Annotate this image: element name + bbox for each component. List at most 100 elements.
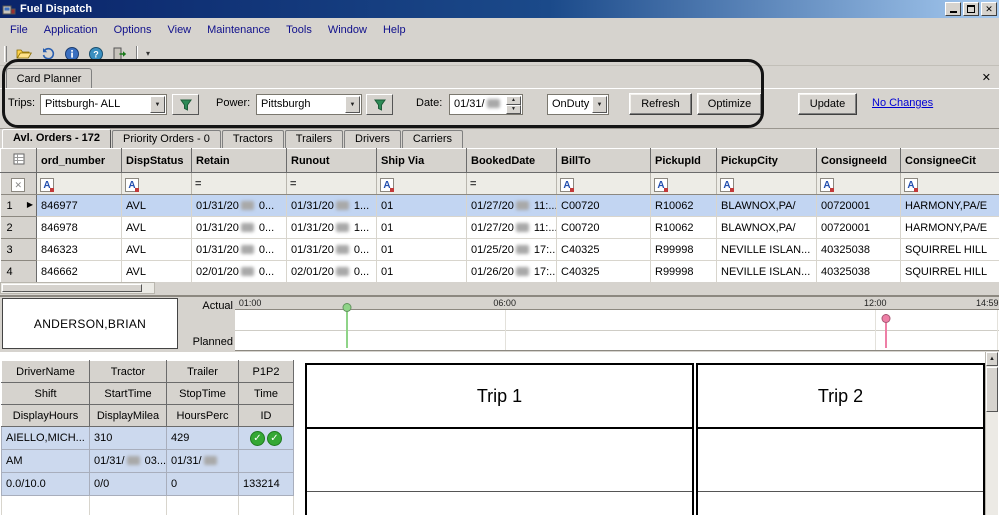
text-filter-icon[interactable]: A bbox=[904, 178, 918, 192]
cell-consigneecit[interactable]: SQUIRREL HILL bbox=[901, 239, 999, 261]
board-header-tractor[interactable]: Tractor bbox=[90, 361, 167, 383]
column-header-ord-number[interactable]: ord_number bbox=[37, 149, 122, 173]
cell-ship-via[interactable]: 01 bbox=[377, 239, 467, 261]
cell-ord-number[interactable]: 846323 bbox=[37, 239, 122, 261]
grid-corner-button[interactable] bbox=[1, 149, 37, 173]
spinner-up-icon[interactable] bbox=[506, 96, 521, 105]
board-cell[interactable] bbox=[239, 450, 294, 473]
cell-pickupcity[interactable]: NEVILLE ISLAN... bbox=[717, 239, 817, 261]
tab-trailers[interactable]: Trailers bbox=[285, 130, 343, 148]
cell-consigneeid[interactable]: 40325038 bbox=[817, 261, 901, 283]
cell-runout[interactable]: 02/01/20 0... bbox=[287, 261, 377, 283]
optimize-button[interactable]: Optimize bbox=[697, 93, 762, 115]
board-header-starttime[interactable]: StartTime bbox=[90, 383, 167, 405]
tab-carriers[interactable]: Carriers bbox=[402, 130, 463, 148]
driver-record-row[interactable]: 0.0/10.00/00133214 bbox=[2, 473, 294, 496]
equals-filter-icon[interactable]: = bbox=[290, 178, 296, 190]
cell-pickupcity[interactable]: BLAWNOX,PA/ bbox=[717, 195, 817, 217]
board-cell[interactable]: 310 bbox=[90, 427, 167, 450]
row-number[interactable]: 4 bbox=[1, 261, 37, 283]
equals-filter-icon[interactable]: = bbox=[470, 178, 476, 190]
row-number[interactable]: 2 bbox=[1, 217, 37, 239]
filter-cell-consigneecit[interactable]: A bbox=[901, 173, 999, 195]
undo-icon[interactable] bbox=[37, 44, 59, 64]
filter-cell-dispstatus[interactable]: A bbox=[122, 173, 192, 195]
driver-name-box[interactable]: ANDERSON,BRIAN bbox=[2, 298, 178, 349]
row-number[interactable]: 1 bbox=[1, 195, 37, 217]
filter-cell-ord-number[interactable]: A bbox=[37, 173, 122, 195]
cell-runout[interactable]: 01/31/20 1... bbox=[287, 217, 377, 239]
refresh-button[interactable]: Refresh bbox=[629, 93, 692, 115]
board-header-hoursperc[interactable]: HoursPerc bbox=[167, 405, 239, 427]
cell-retain[interactable]: 01/31/20 0... bbox=[192, 217, 287, 239]
toolbar-grip[interactable] bbox=[4, 46, 7, 62]
cell-dispstatus[interactable]: AVL bbox=[122, 217, 192, 239]
cell-bookeddate[interactable]: 01/27/20 11:... bbox=[467, 195, 557, 217]
order-row-846977[interactable]: 1846977AVL01/31/20 0...01/31/20 1...0101… bbox=[1, 195, 999, 217]
scrollbar-thumb[interactable] bbox=[2, 284, 142, 292]
column-header-retain[interactable]: Retain bbox=[192, 149, 287, 173]
toolbar-overflow-chevron-icon[interactable] bbox=[143, 49, 153, 58]
cell-retain[interactable]: 01/31/20 0... bbox=[192, 195, 287, 217]
tab-card-planner[interactable]: Card Planner bbox=[6, 68, 92, 89]
board-header-p1p2[interactable]: P1P2 bbox=[239, 361, 294, 383]
minimize-button[interactable] bbox=[945, 2, 961, 16]
menu-view[interactable]: View bbox=[159, 21, 199, 39]
menu-window[interactable]: Window bbox=[320, 21, 375, 39]
cell-bookeddate[interactable]: 01/27/20 11:... bbox=[467, 217, 557, 239]
text-filter-icon[interactable]: A bbox=[654, 178, 668, 192]
cell-billto[interactable]: C00720 bbox=[557, 195, 651, 217]
open-folder-icon[interactable] bbox=[13, 44, 35, 64]
board-header-time[interactable]: Time bbox=[239, 383, 294, 405]
cell-pickupid[interactable]: R99998 bbox=[651, 239, 717, 261]
driver-record-row[interactable]: AIELLO,MICH...310429 bbox=[2, 427, 294, 450]
column-header-bookeddate[interactable]: BookedDate bbox=[467, 149, 557, 173]
scrollbar-thumb[interactable] bbox=[986, 367, 998, 412]
board-vertical-scrollbar[interactable] bbox=[985, 352, 998, 515]
cell-bookeddate[interactable]: 01/25/20 17:... bbox=[467, 239, 557, 261]
text-filter-icon[interactable]: A bbox=[720, 178, 734, 192]
cell-consigneecit[interactable]: HARMONY,PA/E bbox=[901, 217, 999, 239]
order-row-846323[interactable]: 3846323AVL01/31/20 0...01/31/20 0...0101… bbox=[1, 239, 999, 261]
trip2-slot[interactable] bbox=[698, 429, 983, 492]
no-changes-link[interactable]: No Changes bbox=[872, 97, 933, 109]
dropdown-arrow-icon[interactable] bbox=[150, 96, 165, 113]
board-cell[interactable]: 429 bbox=[167, 427, 239, 450]
cell-pickupid[interactable]: R10062 bbox=[651, 195, 717, 217]
board-header-stoptime[interactable]: StopTime bbox=[167, 383, 239, 405]
panel-close-icon[interactable] bbox=[982, 71, 991, 84]
trips-lookup-button[interactable] bbox=[172, 94, 199, 115]
menu-tools[interactable]: Tools bbox=[278, 21, 320, 39]
date-spinner[interactable] bbox=[506, 96, 521, 113]
board-header-drivername[interactable]: DriverName bbox=[2, 361, 90, 383]
filter-cell-ship-via[interactable]: A bbox=[377, 173, 467, 195]
timeline-marker-pink[interactable] bbox=[885, 314, 887, 348]
power-lookup-button[interactable] bbox=[366, 94, 393, 115]
spinner-down-icon[interactable] bbox=[506, 105, 521, 114]
column-header-ship-via[interactable]: Ship Via bbox=[377, 149, 467, 173]
board-cell[interactable]: AIELLO,MICH... bbox=[2, 427, 90, 450]
power-select[interactable]: Pittsburgh bbox=[256, 94, 362, 115]
board-header-displaymilea[interactable]: DisplayMilea bbox=[90, 405, 167, 427]
tab-avl-orders-172[interactable]: Avl. Orders - 172 bbox=[2, 129, 111, 148]
timeline-marker-green[interactable] bbox=[346, 303, 348, 348]
text-filter-icon[interactable]: A bbox=[560, 178, 574, 192]
cell-runout[interactable]: 01/31/20 1... bbox=[287, 195, 377, 217]
cell-consigneeid[interactable]: 00720001 bbox=[817, 195, 901, 217]
board-cell[interactable]: 0/0 bbox=[90, 473, 167, 496]
dropdown-arrow-icon[interactable] bbox=[345, 96, 360, 113]
cell-billto[interactable]: C40325 bbox=[557, 261, 651, 283]
clear-filters-button[interactable] bbox=[1, 173, 37, 195]
cell-ship-via[interactable]: 01 bbox=[377, 261, 467, 283]
driver-record-row[interactable]: AM01/31/ 03...01/31/ bbox=[2, 450, 294, 473]
date-input[interactable]: 01/31/ bbox=[449, 94, 523, 115]
filter-cell-consigneeid[interactable]: A bbox=[817, 173, 901, 195]
cell-billto[interactable]: C00720 bbox=[557, 217, 651, 239]
duty-status-select[interactable]: OnDuty bbox=[547, 94, 609, 115]
menu-application[interactable]: Application bbox=[36, 21, 106, 39]
info-icon[interactable] bbox=[61, 44, 83, 64]
cell-pickupid[interactable]: R10062 bbox=[651, 217, 717, 239]
cell-retain[interactable]: 01/31/20 0... bbox=[192, 239, 287, 261]
cell-pickupcity[interactable]: NEVILLE ISLAN... bbox=[717, 261, 817, 283]
filter-cell-pickupid[interactable]: A bbox=[651, 173, 717, 195]
